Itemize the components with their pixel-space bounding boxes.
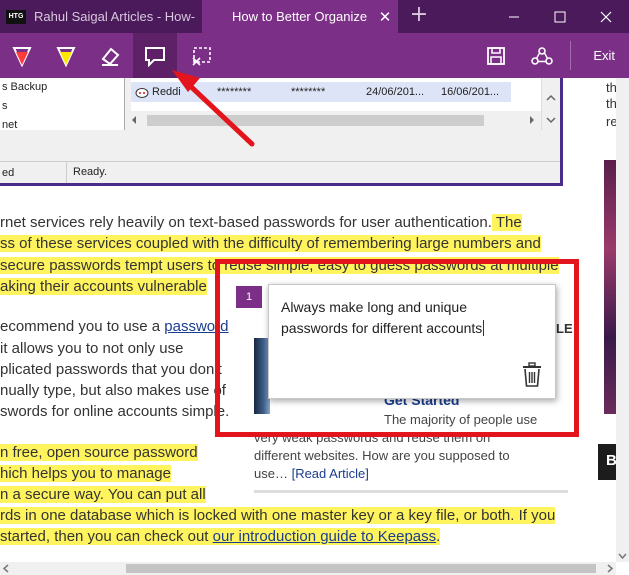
maximize-button[interactable] <box>537 0 583 33</box>
card-divider <box>254 490 568 493</box>
tab-how-to-better-organize[interactable]: How to Better Organize ✕ <box>202 0 398 33</box>
tab-close-icon[interactable]: ✕ <box>372 8 398 26</box>
note-number-badge[interactable]: 1 <box>236 286 262 308</box>
entry-modified: 16/06/201... <box>441 86 500 98</box>
close-window-button[interactable] <box>583 0 629 33</box>
article-line: it allows you to not only use <box>0 340 184 357</box>
note-text: Always make long and unique passwords fo… <box>281 299 483 336</box>
app-status-bar: ed Ready. <box>0 161 560 183</box>
keepass-guide-link[interactable]: our introduction guide to Keepass <box>213 528 436 545</box>
article-line: hich helps you to manage <box>0 465 171 482</box>
eraser-icon <box>101 47 120 66</box>
keepass-screenshot: s Backup s net Reddi ******** ******** 2… <box>0 78 563 186</box>
tree-item: s Backup <box>2 81 48 93</box>
note-text-area[interactable]: Always make long and unique passwords fo… <box>281 297 531 339</box>
save-button[interactable] <box>474 33 518 78</box>
article-line: swords for online accounts simple. <box>0 403 230 420</box>
article-text: started, then you can check out <box>0 528 213 545</box>
highlighted-text: hich helps you to manage <box>0 465 171 482</box>
minimize-icon <box>509 16 519 17</box>
new-tab-button[interactable]: + <box>404 4 434 28</box>
grid-vertical-scrollbar <box>541 78 560 130</box>
article-line: nually type, but also makes use of <box>0 382 226 399</box>
reddit-icon <box>135 86 149 101</box>
article-line: rnet services rely heavily on text-based… <box>0 214 522 231</box>
highlighted-text: rds in one database which is locked with… <box>0 507 556 524</box>
article-line: ss of these services coupled with the di… <box>0 235 541 252</box>
article-line: n a secure way. You can put all <box>0 486 206 503</box>
article-line: n free, open source password <box>0 444 198 461</box>
pen-tool-button[interactable] <box>0 33 44 78</box>
htg-favicon-icon: HTG <box>6 9 26 24</box>
minimize-button[interactable] <box>491 0 537 33</box>
web-note-toolbar: Exit <box>0 33 629 78</box>
eraser-tool-button[interactable] <box>88 33 132 78</box>
article-line: rds in one database which is locked with… <box>0 507 556 524</box>
page-horizontal-scroll-thumb[interactable] <box>126 564 596 573</box>
read-article-link[interactable]: [Read Article] <box>292 466 369 481</box>
related-article-text: different websites. How are you supposed… <box>254 448 510 463</box>
toolbar-divider <box>570 41 571 70</box>
entry-password: ******** <box>291 86 326 98</box>
status-ready: Ready. <box>66 162 107 183</box>
tree-item: net <box>2 119 18 131</box>
article-text: . <box>436 528 441 545</box>
article-line: started, then you can check out our intr… <box>0 528 441 545</box>
text-cursor <box>483 320 485 336</box>
scroll-right-icon[interactable] <box>603 562 616 575</box>
tab-label: How to Better Organize <box>232 9 368 24</box>
article-text: ecommend you to use a <box>0 318 165 335</box>
article-line: plicated passwords that you don’t <box>0 361 222 378</box>
related-article-text: use… [Read Article] <box>254 466 369 481</box>
related-article-text: use… <box>254 466 292 481</box>
group-tree-pane: s Backup s net <box>0 78 125 131</box>
highlighter-icon <box>56 46 76 67</box>
highlighted-text: n a secure way. You can put all <box>0 486 206 503</box>
share-button[interactable] <box>520 33 564 78</box>
tab-label: Rahul Saigal Articles - How- <box>34 9 196 24</box>
tab-rahul-saigal-articles[interactable]: HTG Rahul Saigal Articles - How- <box>0 0 202 33</box>
tree-item: s <box>2 100 8 112</box>
scroll-left-icon[interactable] <box>0 562 13 575</box>
pen-icon <box>12 46 32 67</box>
highlighted-text: n free, open source password <box>0 444 198 461</box>
exit-button[interactable]: Exit <box>593 33 615 78</box>
page-vertical-scrollbar[interactable] <box>616 78 629 562</box>
close-icon <box>600 11 612 22</box>
note-popup[interactable]: Always make long and unique passwords fo… <box>268 284 556 399</box>
scroll-down-icon[interactable] <box>616 549 629 562</box>
highlighted-text: started, then you can check out our intr… <box>0 528 441 545</box>
status-left: ed <box>2 167 15 179</box>
article-line: ecommend you to use a password <box>0 318 228 335</box>
article-line: aking their accounts vulnerable <box>0 278 207 295</box>
highlighted-text: ss of these services coupled with the di… <box>0 235 541 252</box>
highlighted-text: The <box>491 214 522 231</box>
share-icon <box>531 46 553 65</box>
entry-created: 24/06/201... <box>366 86 425 98</box>
highlighter-tool-button[interactable] <box>44 33 88 78</box>
highlighted-text: aking their accounts vulnerable <box>0 278 207 295</box>
article-text: rnet services rely heavily on text-based… <box>0 214 492 231</box>
trash-icon[interactable] <box>521 362 543 388</box>
red-arrow-annotation <box>172 70 255 147</box>
title-bar: HTG Rahul Saigal Articles - How- How to … <box>0 0 629 33</box>
maximize-icon <box>554 11 566 22</box>
save-icon <box>487 46 505 65</box>
